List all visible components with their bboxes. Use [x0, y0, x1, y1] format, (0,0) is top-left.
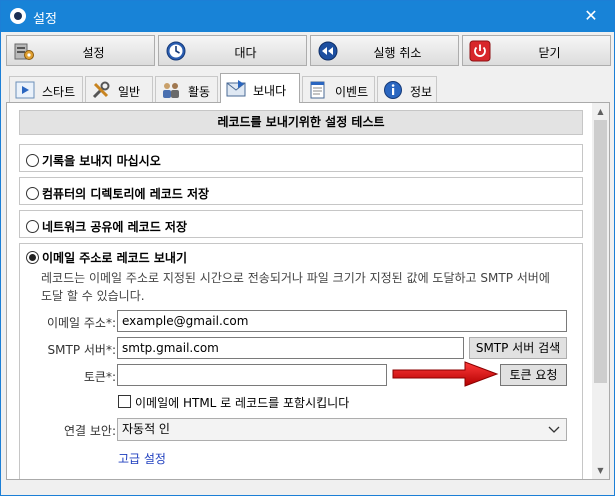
- tab-info[interactable]: 정보: [377, 76, 437, 102]
- toolbar: 설정 대다 실행 취소 닫기: [1, 32, 614, 70]
- radio-label: 기록을 보내지 마십시오: [42, 154, 161, 168]
- option-group-no-send: 기록을 보내지 마십시오: [19, 144, 583, 172]
- token-field[interactable]: [117, 364, 387, 386]
- tab-info-label: 정보: [410, 85, 433, 99]
- tab-events-label: 이벤트: [335, 85, 369, 99]
- tab-activity[interactable]: 활동: [155, 76, 218, 102]
- play-icon: [15, 81, 35, 99]
- tab-start[interactable]: 스타트: [9, 76, 83, 102]
- smtp-server-field[interactable]: smtp.gmail.com: [117, 337, 464, 359]
- security-label: 연결 보안:: [63, 424, 116, 438]
- settings-button[interactable]: 설정: [6, 35, 155, 66]
- scroll-thumb[interactable]: [594, 120, 607, 383]
- radio-button-checked[interactable]: [26, 251, 39, 264]
- tab-send[interactable]: 보내다: [220, 73, 300, 103]
- tab-send-label: 보내다: [253, 84, 287, 98]
- wait-button-label: 대다: [234, 46, 257, 60]
- option-group-network-share: 네트워크 공유에 레코드 저장: [19, 210, 583, 238]
- smtp-label: SMTP 서버*:: [47, 343, 116, 357]
- close-window-button[interactable]: ✕: [568, 1, 614, 32]
- tab-activity-label: 활동: [188, 85, 211, 99]
- wait-button[interactable]: 대다: [158, 35, 307, 66]
- users-icon: [163, 83, 179, 98]
- chevron-down-icon: [548, 426, 560, 433]
- token-request-button[interactable]: 토큰 요청: [500, 364, 567, 386]
- radio-save-directory[interactable]: 컴퓨터의 디렉토리에 레코드 저장: [26, 185, 209, 201]
- clock-icon: [166, 41, 186, 61]
- scroll-up-arrow[interactable]: ▲: [592, 103, 609, 120]
- radio-button[interactable]: [26, 187, 39, 200]
- tab-bar: 스타트 일반 활동 보내다 이벤트 정보: [1, 73, 614, 103]
- window-title: 설정: [33, 12, 57, 27]
- email-label: 이메일 주소*:: [46, 316, 116, 330]
- settings-button-label: 설정: [82, 46, 105, 60]
- radio-label: 네트워크 공유에 레코드 저장: [42, 220, 188, 234]
- html-embed-label: 이메일에 HTML 로 레코드를 포함시킵니다: [135, 396, 350, 410]
- red-arrow-annotation: [392, 361, 499, 387]
- settings-icon: [14, 43, 34, 60]
- radio-button[interactable]: [26, 154, 39, 167]
- tab-general[interactable]: 일반: [85, 76, 153, 102]
- power-icon: [469, 40, 491, 62]
- radio-label: 컴퓨터의 디렉토리에 레코드 저장: [42, 187, 210, 201]
- vertical-scrollbar[interactable]: ▲ ▼: [592, 103, 609, 479]
- mail-icon: [226, 80, 246, 97]
- radio-email[interactable]: 이메일 주소로 레코드 보내기: [26, 249, 187, 265]
- email-field[interactable]: example@gmail.com: [117, 310, 567, 332]
- radio-no-send[interactable]: 기록을 보내지 마십시오: [26, 152, 161, 168]
- section-header: 레코드를 보내기위한 설정 테스트: [19, 110, 583, 135]
- info-icon: [384, 81, 402, 99]
- undo-button[interactable]: 실행 취소: [310, 35, 459, 66]
- close-button[interactable]: 닫기: [462, 35, 611, 66]
- email-description: 레코드는 이메일 주소로 지정된 시간으로 전송되거나 파일 크기가 지정된 값…: [41, 271, 550, 303]
- app-icon: [10, 8, 26, 24]
- option-group-save-directory: 컴퓨터의 디렉토리에 레코드 저장: [19, 177, 583, 205]
- rewind-icon: [318, 41, 338, 61]
- close-button-label: 닫기: [538, 46, 561, 60]
- tools-icon: [92, 81, 110, 99]
- tab-events[interactable]: 이벤트: [302, 76, 375, 102]
- notepad-icon: [310, 81, 325, 99]
- token-label: 토큰*:: [83, 370, 116, 384]
- html-embed-checkbox[interactable]: [118, 395, 131, 408]
- connection-security-select[interactable]: 자동적 인: [117, 418, 567, 441]
- radio-button[interactable]: [26, 220, 39, 233]
- tab-general-label: 일반: [118, 85, 141, 99]
- security-selected-value: 자동적 인: [122, 422, 170, 436]
- settings-window: 설정 ✕ 설정 대다 실행 취소 닫기 스타트 일반 활동 보내다 이벤트 정보…: [0, 0, 615, 496]
- radio-label: 이메일 주소로 레코드 보내기: [42, 251, 188, 265]
- undo-button-label: 실행 취소: [373, 46, 422, 60]
- title-bar: 설정 ✕: [1, 1, 614, 32]
- radio-network-share[interactable]: 네트워크 공유에 레코드 저장: [26, 218, 187, 234]
- send-tab-panel: ▲ ▼ 레코드를 보내기위한 설정 테스트 기록을 보내지 마십시오 컴퓨터의 …: [6, 102, 610, 480]
- tab-start-label: 스타트: [42, 85, 76, 99]
- scroll-down-arrow[interactable]: ▼: [592, 462, 609, 479]
- advanced-settings-link[interactable]: 고급 설정: [118, 450, 166, 467]
- smtp-search-button[interactable]: SMTP 서버 검색: [469, 337, 567, 359]
